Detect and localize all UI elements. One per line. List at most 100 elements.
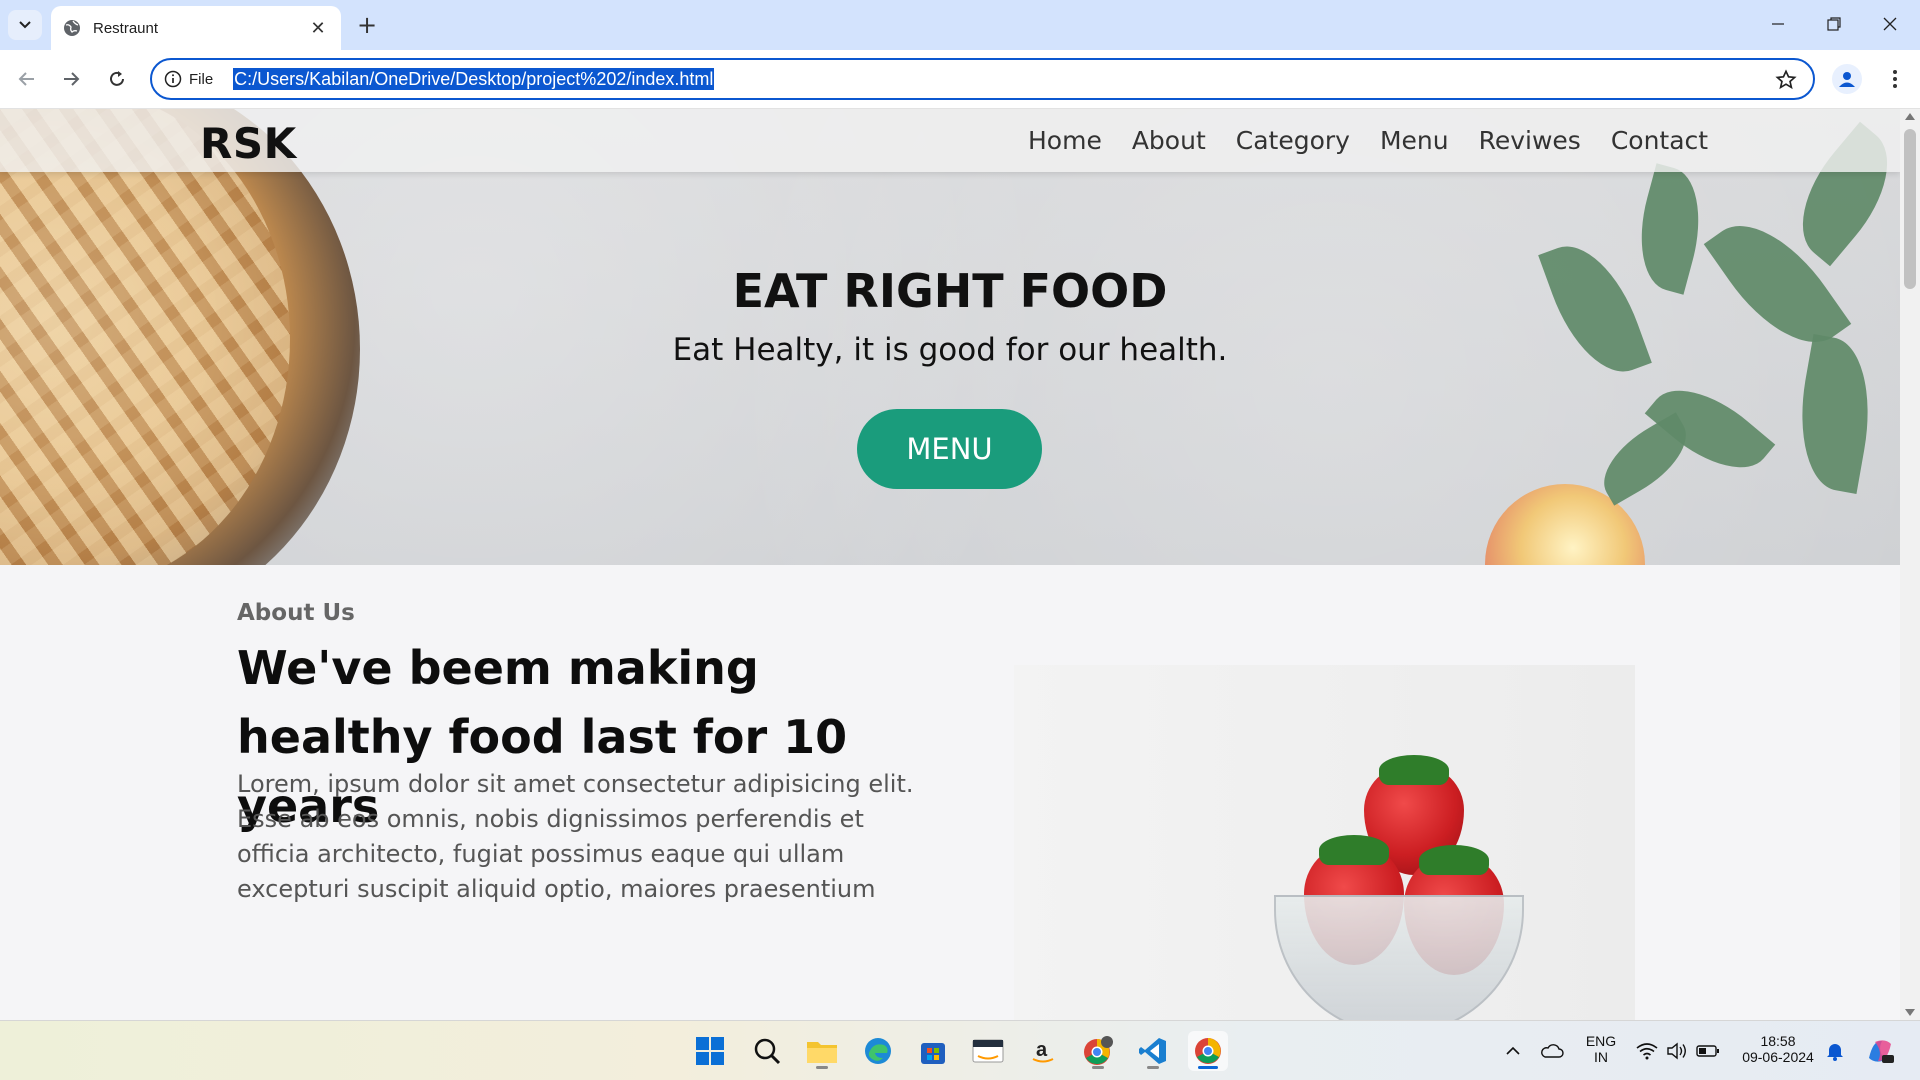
running-indicator xyxy=(1147,1066,1159,1069)
tab-title: Restraunt xyxy=(93,19,159,37)
strawberry-leaves-image xyxy=(1319,835,1389,865)
address-bar[interactable]: File C:/Users/Kabilan/OneDrive/Desktop/p… xyxy=(150,58,1815,100)
browser-toolbar: File C:/Users/Kabilan/OneDrive/Desktop/p… xyxy=(0,50,1920,109)
file-explorer-button[interactable] xyxy=(802,1031,842,1071)
site-logo[interactable]: RSK xyxy=(200,119,297,168)
folder-icon xyxy=(807,1042,837,1063)
vscode-button[interactable] xyxy=(1133,1031,1173,1071)
reload-icon xyxy=(110,71,124,86)
scrollbar-thumb[interactable] xyxy=(1904,129,1916,289)
hero-title: EAT RIGHT FOOD xyxy=(732,264,1168,318)
minimize-icon xyxy=(1772,23,1784,25)
close-icon xyxy=(1883,17,1897,31)
edge-button[interactable] xyxy=(858,1031,898,1071)
site-navbar: RSK Home About Category Menu Reviwes Con… xyxy=(0,109,1900,172)
amazon-button[interactable] xyxy=(968,1031,1008,1071)
edge-icon xyxy=(865,1038,891,1064)
profile-button[interactable] xyxy=(1832,64,1862,94)
vscode-icon xyxy=(1139,1038,1166,1064)
close-tab-icon[interactable]: ✕ xyxy=(307,18,329,39)
chrome-profile-icon xyxy=(1084,1036,1113,1065)
battery-icon xyxy=(1696,1045,1719,1057)
amazon-a-icon: a xyxy=(1032,1039,1054,1063)
nav-link-contact[interactable]: Contact xyxy=(1611,126,1708,155)
chevron-down-icon xyxy=(19,21,31,29)
language-indicator[interactable]: ENG IN xyxy=(1580,1033,1622,1065)
chrome-button[interactable] xyxy=(1188,1031,1228,1071)
chevron-up-icon xyxy=(1506,1046,1520,1055)
active-indicator xyxy=(1198,1066,1218,1069)
profile-icon xyxy=(1839,72,1855,87)
microsoft-store-icon xyxy=(921,1043,945,1064)
microsoft-store-button[interactable] xyxy=(913,1031,953,1071)
glass-bowl-image xyxy=(1274,895,1524,1020)
leaf-image xyxy=(1589,412,1701,506)
bell-icon xyxy=(1827,1044,1843,1061)
site-info-chip[interactable]: File xyxy=(164,70,213,88)
windows-taskbar: a ENG IN 18:58 09-06-2024 xyxy=(0,1020,1920,1080)
amazon-shopping-button[interactable]: a xyxy=(1023,1031,1063,1071)
copilot-icon xyxy=(1869,1040,1894,1063)
hero-section: EAT RIGHT FOOD Eat Healty, it is good fo… xyxy=(0,109,1900,565)
copilot-button[interactable] xyxy=(1860,1031,1900,1071)
taskbar-search-button[interactable] xyxy=(747,1031,787,1071)
menu-button[interactable]: MENU xyxy=(857,409,1042,489)
tab-search-button[interactable] xyxy=(8,10,42,40)
strawberry-leaves-image xyxy=(1419,845,1489,875)
url-text[interactable]: C:/Users/Kabilan/OneDrive/Desktop/projec… xyxy=(233,67,715,90)
show-hidden-icons-button[interactable] xyxy=(1500,1031,1526,1071)
strawberry-bowl-image xyxy=(1014,665,1635,1020)
nav-link-home[interactable]: Home xyxy=(1028,126,1102,155)
close-window-button[interactable] xyxy=(1862,0,1918,48)
language-code: ENG xyxy=(1585,1033,1617,1049)
chrome-menu-button[interactable] xyxy=(1880,64,1910,94)
strawberry-leaves-image xyxy=(1379,755,1449,785)
arrow-right-icon xyxy=(64,72,80,86)
restore-button[interactable] xyxy=(1806,0,1862,48)
clock-time: 18:58 xyxy=(1760,1033,1796,1049)
search-icon xyxy=(754,1038,781,1065)
hero-subtitle: Eat Healty, it is good for our health. xyxy=(672,332,1228,368)
browser-tabstrip: Restraunt ✕ + xyxy=(0,0,1920,50)
wifi-icon xyxy=(1636,1043,1658,1060)
nav-link-category[interactable]: Category xyxy=(1236,126,1350,155)
globe-icon xyxy=(64,20,80,36)
notifications-button[interactable] xyxy=(1820,1031,1850,1071)
nav-link-reviews[interactable]: Reviwes xyxy=(1479,126,1581,155)
speaker-icon xyxy=(1667,1042,1686,1060)
info-icon xyxy=(164,70,182,88)
site-nav: Home About Category Menu Reviwes Contact xyxy=(1028,126,1738,155)
nav-link-about[interactable]: About xyxy=(1132,126,1206,155)
volume-button[interactable] xyxy=(1662,1031,1692,1071)
start-button[interactable] xyxy=(690,1031,730,1071)
forward-button[interactable] xyxy=(56,64,86,94)
page-viewport: EAT RIGHT FOOD Eat Healty, it is good fo… xyxy=(0,109,1900,1020)
svg-text:a: a xyxy=(1036,1039,1048,1061)
file-chip-label: File xyxy=(189,70,214,88)
back-button[interactable] xyxy=(12,64,42,94)
more-vertical-icon xyxy=(1893,70,1897,88)
running-indicator xyxy=(1092,1066,1104,1069)
scroll-down-arrow-icon[interactable] xyxy=(1905,1009,1915,1016)
nav-link-menu[interactable]: Menu xyxy=(1380,126,1449,155)
minimize-button[interactable] xyxy=(1750,0,1806,48)
onedrive-button[interactable] xyxy=(1537,1031,1567,1071)
browser-tab-active[interactable]: Restraunt ✕ xyxy=(51,6,341,50)
about-eyebrow: About Us xyxy=(237,600,355,626)
page-scrollbar[interactable] xyxy=(1900,109,1920,1020)
cloud-icon xyxy=(1541,1044,1564,1058)
bookmark-star-icon[interactable] xyxy=(1775,69,1797,91)
chrome-icon xyxy=(1195,1038,1221,1064)
battery-button[interactable] xyxy=(1692,1031,1724,1071)
new-tab-button[interactable]: + xyxy=(352,10,382,40)
chrome-profile-button[interactable] xyxy=(1078,1031,1118,1071)
restore-icon xyxy=(1827,17,1841,31)
language-region: IN xyxy=(1594,1049,1608,1065)
arrow-left-icon xyxy=(18,72,34,86)
wifi-button[interactable] xyxy=(1632,1031,1662,1071)
running-indicator xyxy=(816,1066,828,1069)
url-selection: C:/Users/Kabilan/OneDrive/Desktop/projec… xyxy=(233,67,715,90)
reload-button[interactable] xyxy=(102,64,132,94)
clock[interactable]: 18:58 09-06-2024 xyxy=(1732,1033,1824,1065)
scroll-up-arrow-icon[interactable] xyxy=(1905,113,1915,120)
